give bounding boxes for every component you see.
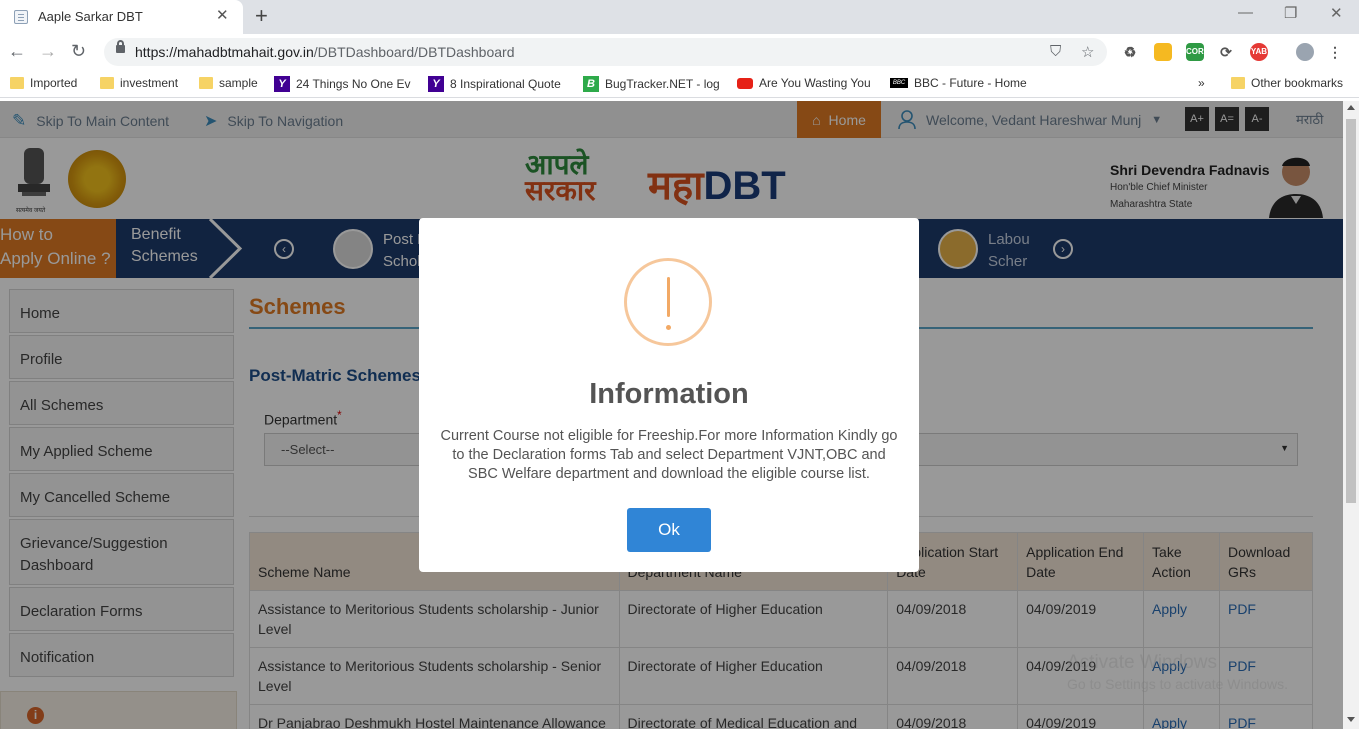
bookmark-bbc[interactable]: BBC BBC - Future - Home — [890, 76, 1027, 90]
tab-close-icon[interactable]: ✕ — [216, 6, 229, 24]
folder-icon — [199, 77, 213, 89]
bookmark-wasting[interactable]: Are You Wasting You — [737, 76, 871, 90]
site-info-icon[interactable]: ⛉ — [1050, 43, 1061, 60]
bookmark-sample[interactable]: sample — [199, 76, 258, 90]
browser-tabstrip: Aaple Sarkar DBT ✕ + — ❐ ✕ — [0, 0, 1359, 34]
window-close-icon[interactable]: ✕ — [1330, 4, 1343, 22]
information-dialog: Information Current Course not eligible … — [419, 218, 919, 572]
extension-recycle-icon[interactable]: ♻ — [1121, 43, 1139, 61]
extension-honey-icon[interactable] — [1154, 43, 1172, 61]
bugtracker-icon: B — [583, 76, 599, 92]
bookmark-imported[interactable]: Imported — [10, 76, 77, 90]
profile-avatar[interactable] — [1296, 43, 1314, 61]
lock-icon — [116, 40, 125, 53]
bookmark-other[interactable]: Other bookmarks — [1231, 76, 1343, 90]
bookmark-star-icon[interactable]: ☆ — [1081, 43, 1094, 61]
restore-icon[interactable]: ❐ — [1284, 4, 1297, 22]
bookmarks-overflow[interactable]: » — [1198, 76, 1205, 90]
page-scrollbar[interactable] — [1343, 101, 1359, 729]
youtube-icon — [737, 77, 753, 89]
scroll-down-icon[interactable] — [1347, 717, 1355, 722]
tab-title: Aaple Sarkar DBT — [38, 9, 143, 24]
address-bar[interactable]: https://mahadbtmahait.gov.in/DBTDashboar… — [104, 38, 1107, 66]
dialog-message: Current Course not eligible for Freeship… — [440, 428, 898, 482]
yahoo-icon: Y — [428, 76, 444, 92]
scroll-up-icon[interactable] — [1347, 105, 1355, 110]
new-tab-icon[interactable]: + — [255, 3, 268, 29]
extension-sync-icon[interactable]: ⟳ — [1217, 43, 1235, 61]
bookmark-bugtracker[interactable]: B BugTracker.NET - log — [583, 76, 720, 92]
windows-activation-watermark: Activate Windows — [1067, 652, 1217, 673]
scroll-thumb[interactable] — [1346, 119, 1356, 503]
yahoo-icon: Y — [274, 76, 290, 92]
folder-icon — [1231, 77, 1245, 89]
ok-button[interactable]: Ok — [627, 508, 711, 552]
bookmark-investment[interactable]: investment — [100, 76, 178, 90]
minimize-icon[interactable]: — — [1238, 4, 1253, 21]
url-text[interactable]: https://mahadbtmahait.gov.in/DBTDashboar… — [135, 44, 515, 60]
folder-icon — [10, 77, 24, 89]
bbc-icon: BBC — [890, 78, 908, 88]
forward-icon[interactable]: → — [39, 41, 57, 62]
folder-icon — [100, 77, 114, 89]
extension-yab-icon[interactable]: YAB — [1250, 43, 1268, 61]
warning-exclamation-icon — [624, 258, 712, 346]
dialog-title: Information — [589, 378, 749, 410]
bookmark-inspirational[interactable]: Y8 Inspirational Quote — [428, 76, 561, 92]
reload-icon[interactable]: ↻ — [71, 41, 86, 62]
page-favicon-icon — [14, 10, 28, 24]
browser-tab[interactable]: Aaple Sarkar DBT ✕ — [0, 0, 243, 34]
extension-cors-icon[interactable]: CORS — [1186, 43, 1209, 61]
back-icon[interactable]: ← — [8, 41, 26, 62]
bookmark-24-things[interactable]: Y 24 Things No One Ev — [274, 76, 411, 92]
bookmarks-bar: Imported investment sample Y 24 Things No… — [0, 70, 1359, 98]
windows-activation-hint: Go to Settings to activate Windows. — [1067, 676, 1288, 692]
browser-menu-icon[interactable]: ⋮ — [1326, 43, 1344, 61]
